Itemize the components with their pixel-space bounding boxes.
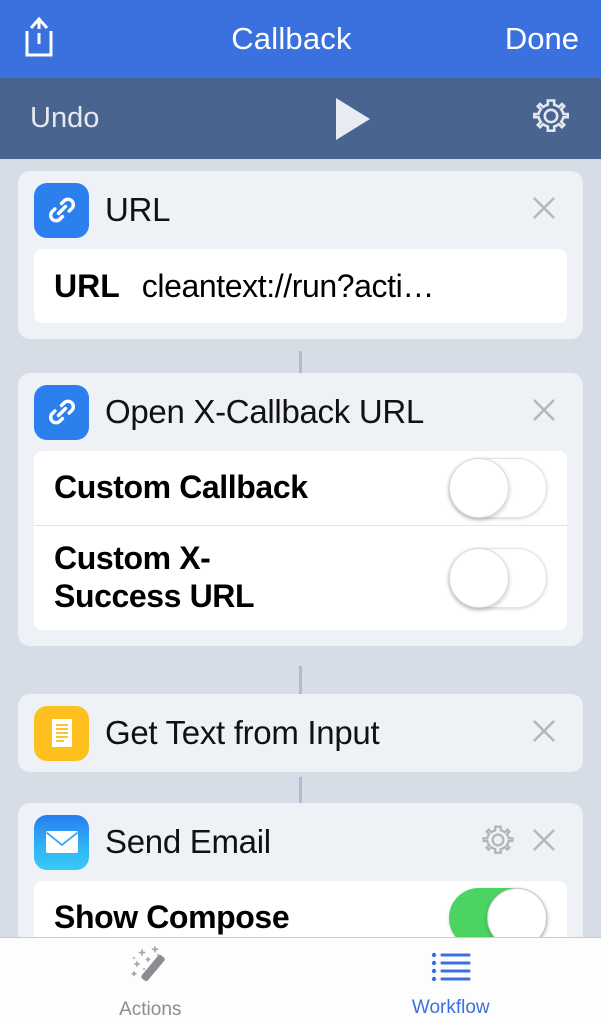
page-title: Callback [231, 21, 352, 56]
remove-action-button[interactable] [521, 713, 567, 754]
gear-icon [479, 821, 517, 864]
share-icon [22, 16, 56, 63]
custom-x-success-url-toggle[interactable] [449, 547, 547, 608]
custom-x-success-url-row[interactable]: Custom X- Success URL [34, 525, 567, 630]
tab-actions-label: Actions [119, 999, 182, 1020]
action-header[interactable]: Get Text from Input [18, 694, 583, 772]
action-settings-button[interactable] [475, 821, 521, 864]
action-parameters: Custom Callback Custom X- Success URL [34, 451, 567, 630]
remove-action-button[interactable] [521, 392, 567, 433]
tab-bar: Actions Workflow [0, 937, 601, 1024]
url-parameter-label: URL [54, 267, 120, 304]
remove-action-button[interactable] [521, 822, 567, 863]
app-root: Callback Done Undo URL URL cleantext://r… [0, 0, 601, 1024]
action-header[interactable]: Send Email [18, 803, 583, 881]
undo-button[interactable]: Undo [0, 102, 200, 135]
list-icon [426, 947, 476, 992]
action-connector [299, 351, 302, 373]
gear-icon [529, 94, 573, 143]
toggle-knob [449, 458, 509, 518]
action-card-get-text-from-input[interactable]: Get Text from Input [18, 694, 583, 772]
magic-wand-icon [125, 945, 175, 994]
url-parameter-row[interactable]: URL cleantext://run?acti… [34, 249, 567, 323]
show-compose-row[interactable]: Show Compose [34, 881, 567, 937]
share-button[interactable] [0, 0, 78, 78]
toggle-knob [449, 547, 509, 608]
action-title: URL [105, 191, 171, 228]
action-title: Get Text from Input [105, 714, 380, 751]
custom-callback-row[interactable]: Custom Callback [34, 451, 567, 525]
action-header[interactable]: Open X-Callback URL [18, 373, 583, 451]
show-compose-label: Show Compose [54, 899, 290, 936]
show-compose-toggle[interactable] [449, 888, 547, 937]
action-card-send-email[interactable]: Send Email Show Compose [18, 803, 583, 937]
play-icon [335, 97, 370, 140]
close-icon [526, 392, 562, 433]
action-card-open-x-callback-url[interactable]: Open X-Callback URL Custom Callback Cust… [18, 373, 583, 646]
mail-icon [34, 814, 89, 870]
tab-actions[interactable]: Actions [0, 938, 301, 1024]
custom-callback-label: Custom Callback [54, 469, 308, 506]
navigation-bar: Callback Done [0, 0, 601, 78]
tab-workflow-label: Workflow [411, 997, 490, 1018]
custom-x-success-url-label: Custom X- Success URL [54, 540, 255, 614]
play-button[interactable] [200, 97, 501, 140]
link-icon [34, 182, 89, 238]
workflow-action-list[interactable]: URL URL cleantext://run?acti… Open X-Cal… [0, 159, 601, 937]
url-parameter-value[interactable]: cleantext://run?acti… [142, 268, 434, 305]
action-parameters: URL cleantext://run?acti… [34, 249, 567, 323]
action-parameters: Show Compose [34, 881, 567, 937]
action-title: Open X-Callback URL [105, 393, 424, 430]
workflow-toolbar: Undo [0, 78, 601, 159]
done-button[interactable]: Done [505, 21, 601, 57]
close-icon [526, 713, 562, 754]
remove-action-button[interactable] [521, 190, 567, 231]
action-header[interactable]: URL [18, 171, 583, 249]
link-icon [34, 384, 89, 440]
tab-workflow[interactable]: Workflow [301, 938, 601, 1024]
workflow-settings-button[interactable] [501, 94, 601, 143]
close-icon [526, 190, 562, 231]
action-title: Send Email [105, 823, 271, 860]
close-icon [526, 822, 562, 863]
action-connector [299, 666, 302, 694]
custom-callback-toggle[interactable] [449, 458, 547, 518]
document-icon [34, 705, 89, 761]
action-card-url[interactable]: URL URL cleantext://run?acti… [18, 171, 583, 339]
action-connector [299, 777, 302, 803]
toggle-knob [487, 888, 547, 937]
